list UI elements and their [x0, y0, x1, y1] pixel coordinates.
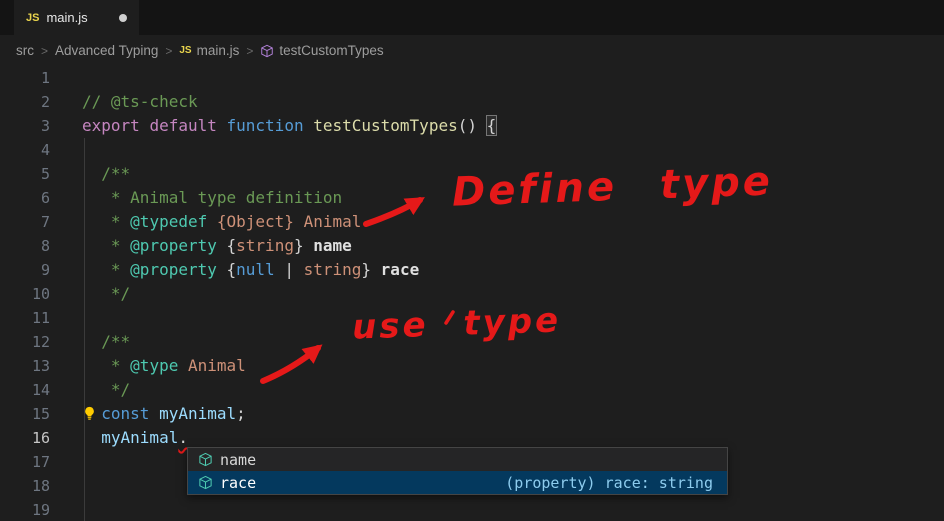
- code-line-10[interactable]: 10 */: [0, 282, 944, 306]
- tab-main-js[interactable]: JS main.js: [14, 0, 139, 35]
- line-number: 17: [31, 453, 50, 471]
- line-number: 2: [40, 93, 50, 111]
- symbol-method-icon: [261, 44, 274, 57]
- line-number: 1: [40, 69, 50, 87]
- code-text: export default function testCustomTypes(…: [82, 115, 498, 136]
- chevron-right-icon: >: [246, 43, 254, 58]
- code-text: * Animal type definition: [82, 188, 343, 207]
- code-text: */: [82, 284, 131, 303]
- code-text: myAnimal.: [101, 428, 188, 447]
- code-line-2[interactable]: 2 // @ts-check: [0, 90, 944, 114]
- line-number: 16: [31, 429, 50, 447]
- line-number: 3: [40, 117, 50, 135]
- line-number: 15: [31, 405, 50, 423]
- field-icon: [199, 452, 212, 467]
- code-line-14[interactable]: 14 */: [0, 378, 944, 402]
- breadcrumb-test-custom-types[interactable]: testCustomTypes: [260, 43, 384, 58]
- line-number: 18: [31, 477, 50, 495]
- line-number: 19: [31, 501, 50, 519]
- chevron-right-icon: >: [165, 43, 173, 58]
- code-line-12[interactable]: 12 /**: [0, 330, 944, 354]
- code-line-8[interactable]: 8 * @property {string} name: [0, 234, 944, 258]
- suggest-detail: (property) race: string: [505, 473, 713, 492]
- vscode-window: JS main.js src > Advanced Typing > JS ma…: [0, 0, 944, 521]
- tab-bar: JS main.js: [0, 0, 944, 35]
- line-number: 4: [40, 141, 50, 159]
- code-text: * @typedef {Object} Animal: [82, 212, 362, 231]
- line-number: 12: [31, 333, 50, 351]
- line-number: 13: [31, 357, 50, 375]
- suggest-widget: name race (property) race: string: [187, 447, 728, 495]
- breadcrumb-advanced-typing[interactable]: Advanced Typing: [55, 43, 158, 58]
- line-number: 6: [40, 189, 50, 207]
- line-number: 9: [40, 261, 50, 279]
- suggest-label: race: [220, 473, 257, 492]
- code-line-15[interactable]: 15 const myAnimal;: [0, 402, 944, 426]
- code-text: * @property {null | string} race: [82, 260, 420, 279]
- line-number: 8: [40, 237, 50, 255]
- code-line-9[interactable]: 9 * @property {null | string} race: [0, 258, 944, 282]
- code-line-4[interactable]: 4: [0, 138, 944, 162]
- breadcrumb-src[interactable]: src: [16, 43, 34, 58]
- line-number: 7: [40, 213, 50, 231]
- breadcrumb-label: src: [16, 43, 34, 58]
- suggest-item-name[interactable]: name: [188, 448, 727, 471]
- javascript-icon: JS: [179, 45, 192, 56]
- breadcrumb: src > Advanced Typing > JS main.js > tes…: [0, 35, 944, 66]
- line-number: 5: [40, 165, 50, 183]
- code-line-7[interactable]: 7 * @typedef {Object} Animal: [0, 210, 944, 234]
- code-text: */: [82, 380, 131, 399]
- javascript-icon: JS: [26, 11, 40, 24]
- code-line-1[interactable]: 1: [0, 66, 944, 90]
- code-text: /**: [82, 332, 131, 351]
- suggest-label: name: [220, 450, 257, 469]
- suggest-item-race[interactable]: race (property) race: string: [188, 471, 727, 494]
- code-line-6[interactable]: 6 * Animal type definition: [0, 186, 944, 210]
- breadcrumb-label: Advanced Typing: [55, 43, 159, 58]
- breadcrumb-label: main.js: [196, 43, 240, 58]
- line-number: 11: [31, 309, 50, 327]
- code-line-5[interactable]: 5 /**: [0, 162, 944, 186]
- code-line-3[interactable]: 3 export default function testCustomTypes…: [0, 114, 944, 138]
- line-number: 14: [31, 381, 50, 399]
- tab-title: main.js: [46, 10, 88, 25]
- line-number: 10: [31, 285, 50, 303]
- field-icon: [199, 475, 212, 490]
- chevron-right-icon: >: [41, 43, 49, 58]
- code-text: /**: [82, 164, 131, 183]
- code-text: * @property {string} name: [82, 236, 352, 255]
- code-text: // @ts-check: [82, 92, 198, 111]
- code-text: const myAnimal;: [101, 404, 246, 423]
- code-line-13[interactable]: 13 * @type Animal: [0, 354, 944, 378]
- breadcrumb-label: testCustomTypes: [279, 43, 384, 58]
- code-line-11[interactable]: 11: [0, 306, 944, 330]
- modified-indicator[interactable]: [118, 13, 127, 22]
- code-text: * @type Animal: [82, 356, 246, 375]
- breadcrumb-main-js[interactable]: JS main.js: [179, 43, 239, 58]
- code-line-19[interactable]: 19: [0, 498, 944, 521]
- lightbulb-icon[interactable]: [82, 406, 97, 421]
